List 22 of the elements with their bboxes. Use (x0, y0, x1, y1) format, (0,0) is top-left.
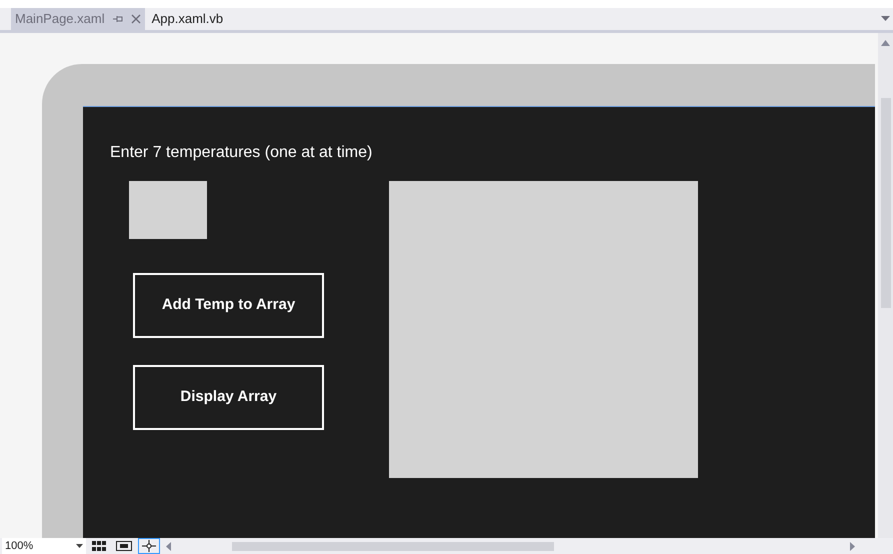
scroll-thumb[interactable] (880, 98, 890, 308)
dropdown-icon[interactable] (881, 16, 890, 22)
crosshair-icon (142, 540, 156, 552)
scroll-up-icon[interactable] (881, 40, 890, 46)
caret-icon (76, 544, 83, 548)
pin-icon[interactable] (112, 15, 123, 23)
tab-label: MainPage.xaml (15, 10, 105, 28)
scroll-left-icon[interactable] (166, 542, 171, 550)
snap-icon[interactable] (116, 541, 132, 551)
close-icon[interactable] (130, 14, 141, 24)
scroll-right-icon[interactable] (850, 542, 855, 550)
prompt-text: Enter 7 temperatures (one at at time) (110, 143, 372, 163)
vertical-scrollbar[interactable] (878, 33, 893, 538)
horizontal-scroll-thumb[interactable] (232, 542, 554, 550)
snap-points-button[interactable] (138, 538, 160, 554)
text-field[interactable] (129, 181, 207, 239)
tab-label: App.xaml.vb (152, 10, 224, 28)
action-button[interactable]: Add Temp to Array (133, 273, 324, 338)
zoom-dropdown[interactable]: 100% (2, 538, 86, 554)
grid-icon[interactable] (92, 541, 106, 551)
document-tab[interactable]: App.xaml.vb (148, 8, 228, 30)
action-button[interactable]: Display Array (133, 365, 324, 430)
